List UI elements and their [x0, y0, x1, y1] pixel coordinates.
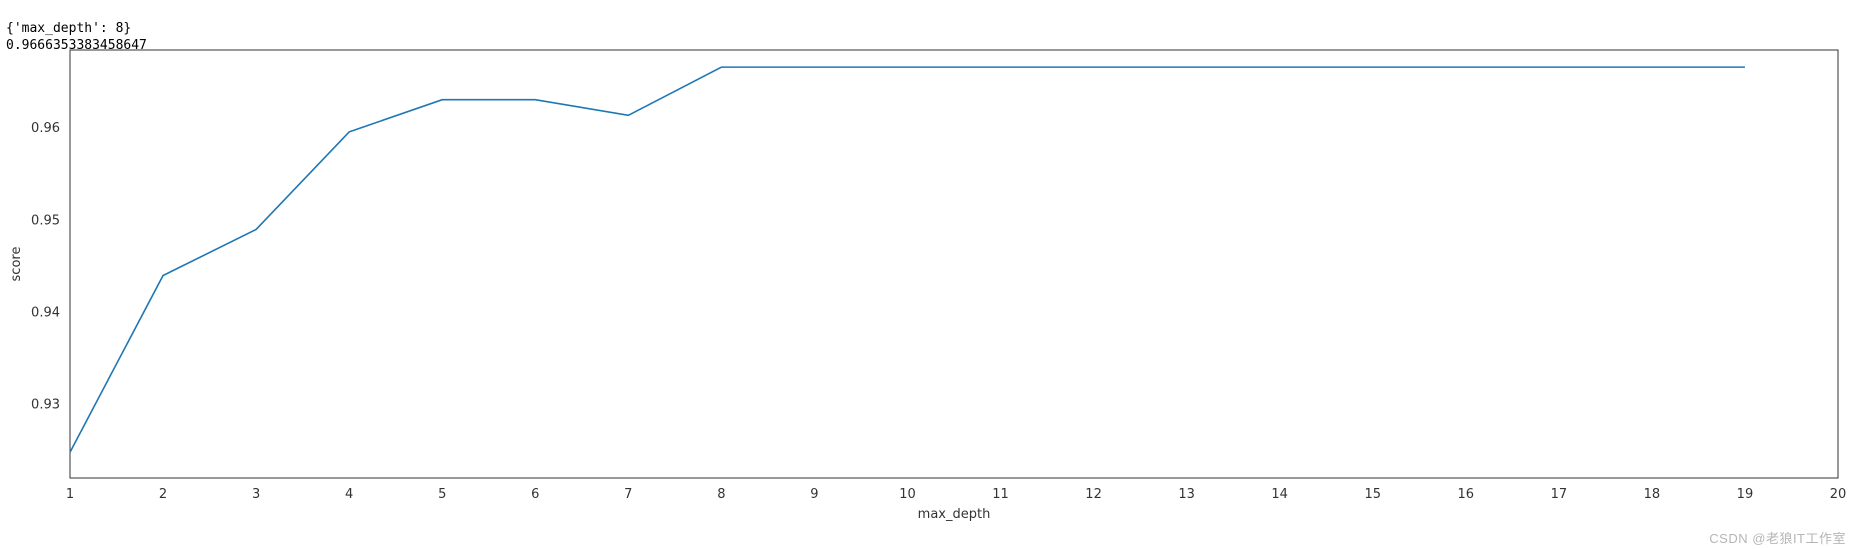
x-tick-label: 11 — [992, 487, 1009, 502]
x-tick-label: 18 — [1644, 487, 1661, 502]
x-tick-label: 1 — [66, 487, 74, 502]
output-line-1: {'max_depth': 8} — [6, 21, 131, 36]
x-tick-label: 13 — [1178, 487, 1195, 502]
x-tick-label: 9 — [810, 487, 818, 502]
x-tick-label: 15 — [1364, 487, 1381, 502]
y-tick-label: 0.96 — [31, 121, 60, 136]
x-tick-label: 12 — [1085, 487, 1102, 502]
x-tick-label: 16 — [1458, 487, 1475, 502]
y-tick-label: 0.95 — [31, 213, 60, 228]
x-tick-label: 17 — [1551, 487, 1568, 502]
y-axis-label: score — [9, 247, 24, 282]
line-chart: 12345678910111213141516171819200.930.940… — [0, 38, 1858, 543]
x-tick-label: 19 — [1737, 487, 1754, 502]
x-tick-label: 4 — [345, 487, 353, 502]
data-series-line — [70, 67, 1745, 452]
x-tick-label: 8 — [717, 487, 725, 502]
watermark: CSDN @老狼IT工作室 — [1709, 528, 1846, 547]
x-tick-label: 7 — [624, 487, 632, 502]
x-tick-label: 3 — [252, 487, 260, 502]
x-tick-label: 5 — [438, 487, 446, 502]
x-tick-label: 14 — [1271, 487, 1288, 502]
y-tick-label: 0.94 — [31, 305, 60, 320]
x-axis-label: max_depth — [918, 507, 991, 522]
y-tick-label: 0.93 — [31, 397, 60, 412]
chart-container: 12345678910111213141516171819200.930.940… — [0, 38, 1858, 543]
x-tick-label: 10 — [899, 487, 916, 502]
x-tick-label: 6 — [531, 487, 539, 502]
x-tick-label: 20 — [1830, 487, 1847, 502]
x-tick-label: 2 — [159, 487, 167, 502]
